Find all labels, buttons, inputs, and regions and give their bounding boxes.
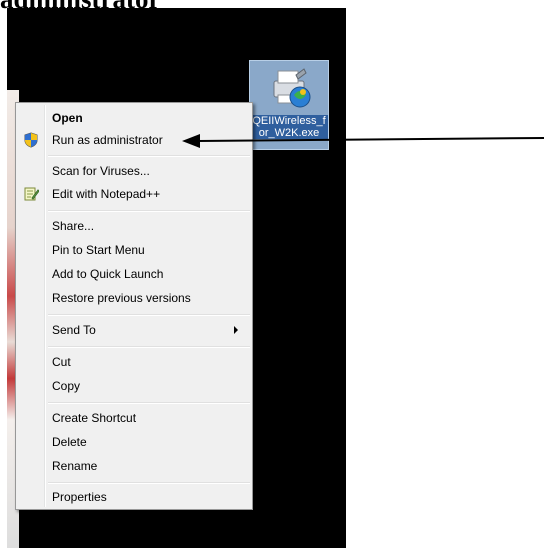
menu-item-send-to[interactable]: Send To [18,319,250,341]
menu-item-label: Cut [52,355,71,369]
menu-item-properties[interactable]: Properties [18,486,250,508]
setup-printer-icon [273,68,311,108]
menu-item-label: Edit with Notepad++ [52,187,161,201]
menu-item-restore-previous-versions[interactable]: Restore previous versions [18,287,250,309]
menu-item-create-shortcut[interactable]: Create Shortcut [18,407,250,429]
menu-item-label: Create Shortcut [52,411,137,425]
menu-item-share[interactable]: Share... [18,215,250,237]
menu-item-pin-to-start-menu[interactable]: Pin to Start Menu [18,239,250,261]
menu-item-label: Properties [52,490,107,504]
menu-item-copy[interactable]: Copy [18,375,250,397]
menu-item-label: Copy [52,379,81,393]
uac-shield-icon [24,132,38,148]
pointer-arrow-icon [182,134,545,148]
context-menu: Open Run as administrator Scan for Virus… [15,102,253,510]
menu-item-label: Run as administrator [52,133,163,147]
menu-item-label: Share... [52,219,95,233]
menu-item-delete[interactable]: Delete [18,431,250,453]
menu-item-label: Scan for Viruses... [52,164,150,178]
menu-item-label: Send To [52,323,96,337]
submenu-arrow-icon [234,326,238,334]
menu-item-cut[interactable]: Cut [18,351,250,373]
menu-item-add-to-quick-launch[interactable]: Add to Quick Launch [18,263,250,285]
menu-separator [48,314,250,316]
menu-separator [48,346,250,348]
menu-item-label: Add to Quick Launch [52,267,164,281]
menu-item-scan-for-viruses[interactable]: Scan for Viruses... [18,160,250,182]
menu-item-label: Restore previous versions [52,291,191,305]
menu-separator [48,482,250,484]
menu-separator [48,210,250,212]
menu-separator [48,402,250,404]
menu-item-edit-with-notepad[interactable]: Edit with Notepad++ [18,183,250,205]
menu-item-rename[interactable]: Rename [18,455,250,477]
menu-item-label: Open [52,111,83,125]
notepad-icon [24,187,39,201]
menu-item-label: Pin to Start Menu [52,243,145,257]
menu-item-label: Delete [52,435,87,449]
menu-item-label: Rename [52,459,98,473]
